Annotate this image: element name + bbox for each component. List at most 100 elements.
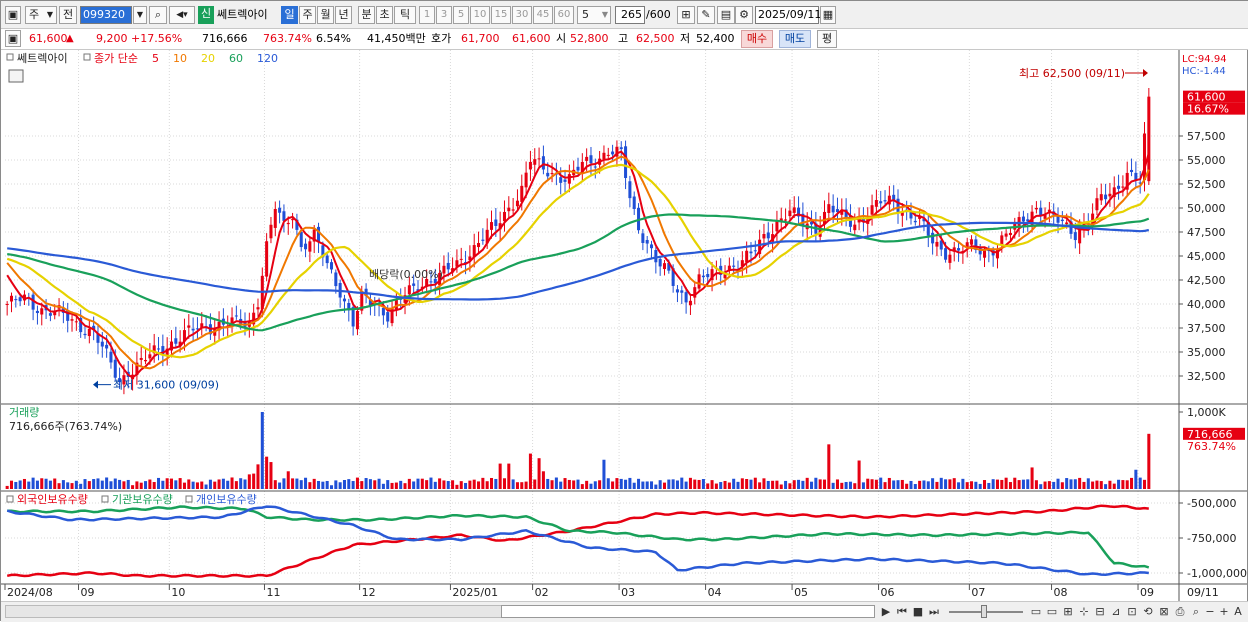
interval-select[interactable]: 5 ▼ [577, 6, 611, 24]
volume-bar [208, 479, 212, 489]
price-tick-label: 57,500 [1187, 130, 1226, 143]
market-select[interactable]: 주 ▼ [25, 6, 57, 24]
volume-bar [1039, 484, 1043, 489]
volume-bar [66, 482, 70, 489]
interval-3-button[interactable]: 3 [436, 6, 452, 24]
volume-bar [96, 478, 100, 489]
speaker-icon[interactable]: ◀▾ [169, 6, 195, 24]
volume-bar [182, 482, 186, 489]
date-input[interactable]: 2025/09/11 [755, 6, 821, 24]
ruler-icon[interactable]: ⊿ [1109, 605, 1123, 619]
volume-bar [420, 478, 424, 489]
gear-icon[interactable]: ⚙ [735, 6, 753, 24]
candle-body [286, 222, 290, 225]
volume-bar [122, 481, 126, 489]
holding-legend-2: 개인보유수량 [196, 493, 257, 506]
volume-bar [433, 481, 437, 489]
interval-5-button[interactable]: 5 [453, 6, 469, 24]
candle-body [1004, 233, 1008, 237]
save-icon[interactable]: ▤ [717, 6, 735, 24]
volume-bar [109, 481, 113, 489]
candle-body [18, 297, 22, 302]
volume-bar [701, 479, 705, 489]
print-icon[interactable]: ⎙ [1173, 605, 1187, 619]
volume-bar [239, 478, 243, 489]
compare-icon[interactable]: ⊟ [1093, 605, 1107, 619]
layout-icon[interactable]: ▭ [1029, 605, 1043, 619]
volume-bar [900, 479, 904, 489]
legend-box-icon [101, 495, 109, 503]
volume-bar [671, 479, 675, 489]
scroll-last-icon[interactable]: ⏭ [927, 605, 941, 619]
period-day-button[interactable]: 일 [281, 6, 298, 24]
buy-button[interactable]: 매수 [741, 30, 773, 48]
interval-15-button[interactable]: 15 [491, 6, 511, 24]
tools-icon[interactable]: ⊞ [677, 6, 695, 24]
period-year-button[interactable]: 년 [335, 6, 352, 24]
sync-icon[interactable]: ⟲ [1141, 605, 1155, 619]
volume-bar [325, 480, 329, 489]
legend-stock-name: 쎄트렉아이 [17, 52, 68, 65]
interval-30-button[interactable]: 30 [512, 6, 532, 24]
stock-code-input[interactable]: 099320 [80, 6, 132, 24]
period-second-button[interactable]: 초 [376, 6, 393, 24]
volume-bar [131, 485, 135, 489]
minus-icon[interactable]: − [1203, 605, 1217, 619]
x-tick-label: 06 [881, 586, 895, 599]
candle-body [944, 248, 948, 260]
chart-canvas[interactable]: 최고 62,500 (09/11) 최저 31,600 (09/09) 배당락(0.… [1, 50, 1247, 601]
layout2-icon[interactable]: ▭ [1045, 605, 1059, 619]
avg-button[interactable]: 평 [817, 30, 837, 48]
volume-bar [515, 482, 519, 489]
volume-bar [611, 481, 615, 489]
code-dropdown-icon[interactable]: ▼ [133, 6, 147, 24]
candle-body [355, 310, 359, 330]
candle-body [5, 304, 9, 305]
volume-bar [221, 478, 225, 489]
candle-body [948, 254, 952, 263]
interval-60-button[interactable]: 60 [554, 6, 574, 24]
period-minute-button[interactable]: 분 [358, 6, 375, 24]
window-menu-icon[interactable]: ▣ [5, 6, 21, 24]
interval-1-button[interactable]: 1 [419, 6, 435, 24]
candle-body [792, 207, 796, 213]
period-tick-button[interactable]: 틱 [394, 6, 416, 24]
volume-bar [1091, 481, 1095, 489]
stop-icon[interactable]: ■ [911, 605, 925, 619]
search-icon[interactable]: ⌕ [149, 6, 167, 24]
volume-bar [1099, 481, 1103, 489]
candle-body [459, 258, 463, 260]
volume-bar [792, 480, 796, 489]
sell-button[interactable]: 매도 [779, 30, 811, 48]
count-input[interactable]: 265 [615, 6, 645, 24]
draw-icon[interactable]: ✎ [697, 6, 715, 24]
volume-bar [736, 481, 740, 489]
prev-button[interactable]: 전 [59, 6, 77, 24]
candle-body [611, 151, 615, 155]
scale-icon[interactable]: ⊡ [1125, 605, 1139, 619]
price-tick-label: 52,500 [1187, 178, 1226, 191]
period-week-button[interactable]: 주 [299, 6, 316, 24]
chevron-down-icon: ▼ [601, 10, 608, 19]
legend-ma-120: 120 [257, 52, 278, 65]
zoom-slider-handle[interactable] [981, 605, 987, 618]
export-icon[interactable]: ⊠ [1157, 605, 1171, 619]
plus-icon[interactable]: + [1217, 605, 1231, 619]
calendar-icon[interactable]: ▦ [820, 6, 836, 24]
interval-10-button[interactable]: 10 [470, 6, 490, 24]
candle-body [827, 204, 831, 213]
period-month-button[interactable]: 월 [317, 6, 334, 24]
scroll-first-icon[interactable]: ⏮ [895, 605, 909, 619]
interval-45-button[interactable]: 45 [533, 6, 553, 24]
volume-bar [329, 485, 334, 489]
volume-bar [429, 477, 433, 489]
font-size-icon[interactable]: A [1231, 605, 1245, 619]
crosshair-icon[interactable]: ⊹ [1077, 605, 1091, 619]
link-icon[interactable]: ⊞ [1061, 605, 1075, 619]
scroll-right-icon[interactable]: ▶ [879, 605, 893, 619]
high-arrow-head [1143, 69, 1148, 77]
scrollbar-thumb[interactable] [501, 605, 875, 618]
zoom-out-icon[interactable]: ⌕ [1189, 605, 1203, 619]
quote-toggle-icon[interactable]: ▣ [5, 30, 21, 47]
volume-bar [40, 478, 44, 489]
